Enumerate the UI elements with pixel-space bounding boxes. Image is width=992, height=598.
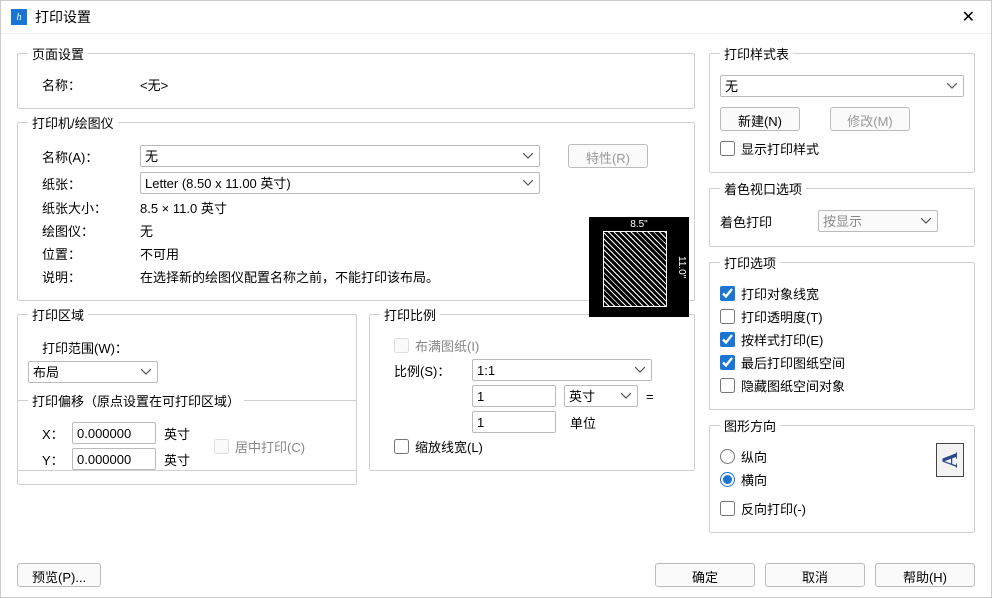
plot-range-label: 打印范围(W)： xyxy=(42,338,128,357)
paper-preview: 8.5" 11.0" xyxy=(589,217,689,317)
opt-transparency-checkbox[interactable] xyxy=(720,309,735,324)
printer-name-select[interactable]: 无 xyxy=(140,145,540,167)
style-table-select[interactable]: 无 xyxy=(720,75,964,97)
titlebar: h 打印设置 ✕ xyxy=(1,1,991,34)
plotter-label: 绘图仪： xyxy=(42,221,132,240)
center-plot-checkbox[interactable] xyxy=(214,439,229,454)
location-value: 不可用 xyxy=(140,244,179,263)
fit-to-paper-label: 布满图纸(I) xyxy=(415,336,479,355)
scale-label: 比例(S)： xyxy=(394,361,464,380)
scale-lineweights-checkbox[interactable] xyxy=(394,439,409,454)
shade-group: 着色视口选项 着色打印 按显示 xyxy=(709,179,975,247)
printer-legend: 打印机/绘图仪 xyxy=(28,113,118,132)
equals-label: = xyxy=(646,389,654,404)
page-setup-group: 页面设置 名称： <无> xyxy=(17,44,695,109)
orientation-icon: A xyxy=(936,443,964,477)
opt-paperspace-last-label: 最后打印图纸空间 xyxy=(741,353,845,372)
preview-width-label: 8.5" xyxy=(589,219,689,230)
upside-down-label: 反向打印(-) xyxy=(741,499,806,518)
properties-button[interactable]: 特性(R) xyxy=(568,144,648,168)
shade-plot-select[interactable]: 按显示 xyxy=(818,210,938,232)
display-styles-checkbox[interactable] xyxy=(720,141,735,156)
denominator-unit-label: 单位 xyxy=(564,413,638,432)
window-title: 打印设置 xyxy=(35,7,956,27)
upside-down-checkbox[interactable] xyxy=(720,501,735,516)
scale-unit-select[interactable]: 英寸 xyxy=(564,385,638,407)
offset-y-input[interactable] xyxy=(72,448,156,470)
paper-select[interactable]: Letter (8.50 x 11.00 英寸) xyxy=(140,172,540,194)
preview-button[interactable]: 预览(P)... xyxy=(17,563,101,587)
orientation-group: 图形方向 纵向 横向 A 反向打印(-) xyxy=(709,416,975,533)
modify-style-button[interactable]: 修改(M) xyxy=(830,107,910,131)
opt-hide-paperspace-label: 隐藏图纸空间对象 xyxy=(741,376,845,395)
printer-name-label: 名称(A)： xyxy=(42,147,132,166)
page-name-value: <无> xyxy=(140,75,168,94)
plot-scale-legend: 打印比例 xyxy=(380,305,440,324)
display-styles-label: 显示打印样式 xyxy=(741,139,819,158)
plotter-value: 无 xyxy=(140,221,153,240)
paper-label: 纸张： xyxy=(42,174,132,193)
description-label: 说明： xyxy=(42,267,132,286)
print-settings-dialog: h 打印设置 ✕ 页面设置 名称： <无> 打印机/绘图仪 名称(A)： 无 特… xyxy=(0,0,992,598)
cancel-button[interactable]: 取消 xyxy=(765,563,865,587)
scale-select[interactable]: 1:1 xyxy=(472,359,652,381)
opt-paperspace-last-checkbox[interactable] xyxy=(720,355,735,370)
plot-options-group: 打印选项 打印对象线宽 打印透明度(T) 按样式打印(E) 最后打印图纸空间 隐… xyxy=(709,253,975,410)
preview-page-icon xyxy=(603,231,667,307)
fit-to-paper-checkbox[interactable] xyxy=(394,338,409,353)
center-plot-label: 居中打印(C) xyxy=(235,437,305,456)
opt-hide-paperspace-checkbox[interactable] xyxy=(720,378,735,393)
paper-size-label: 纸张大小： xyxy=(42,198,132,217)
offset-y-unit: 英寸 xyxy=(164,450,190,469)
page-name-label: 名称： xyxy=(42,75,132,94)
landscape-radio[interactable] xyxy=(720,472,735,487)
shade-legend: 着色视口选项 xyxy=(720,179,806,198)
opt-lineweights-label: 打印对象线宽 xyxy=(741,284,819,303)
scale-denominator-input[interactable] xyxy=(472,411,556,433)
preview-height-label: 11.0" xyxy=(676,217,687,317)
plot-scale-group: 打印比例 布满图纸(I) 比例(S)： 1:1 英寸 = xyxy=(369,305,695,471)
offset-x-input[interactable] xyxy=(72,422,156,444)
scale-numerator-input[interactable] xyxy=(472,385,556,407)
orientation-legend: 图形方向 xyxy=(720,416,780,435)
shade-plot-label: 着色打印 xyxy=(720,212,810,231)
portrait-label: 纵向 xyxy=(741,447,767,466)
opt-transparency-label: 打印透明度(T) xyxy=(741,307,823,326)
portrait-radio[interactable] xyxy=(720,449,735,464)
new-style-button[interactable]: 新建(N) xyxy=(720,107,800,131)
opt-lineweights-checkbox[interactable] xyxy=(720,286,735,301)
opt-by-style-checkbox[interactable] xyxy=(720,332,735,347)
plot-offset-group: 打印偏移（原点设置在可打印区域） X： 英寸 Y： 英寸 xyxy=(17,391,357,485)
landscape-label: 横向 xyxy=(741,470,767,489)
plot-options-legend: 打印选项 xyxy=(720,253,780,272)
location-label: 位置： xyxy=(42,244,132,263)
plot-offset-legend: 打印偏移（原点设置在可打印区域） xyxy=(28,391,244,410)
scale-lineweights-label: 缩放线宽(L) xyxy=(415,437,483,456)
offset-x-label: X： xyxy=(42,424,64,443)
app-icon: h xyxy=(11,9,27,25)
style-table-group: 打印样式表 无 新建(N) 修改(M) 显示打印样式 xyxy=(709,44,975,173)
ok-button[interactable]: 确定 xyxy=(655,563,755,587)
plot-range-select[interactable]: 布局 xyxy=(28,361,158,383)
opt-by-style-label: 按样式打印(E) xyxy=(741,330,823,349)
close-icon[interactable]: ✕ xyxy=(956,7,981,27)
help-button[interactable]: 帮助(H) xyxy=(875,563,975,587)
plot-area-legend: 打印区域 xyxy=(28,305,88,324)
offset-x-unit: 英寸 xyxy=(164,424,190,443)
footer: 预览(P)... 确定 取消 帮助(H) xyxy=(17,563,975,587)
paper-size-value: 8.5 × 11.0 英寸 xyxy=(140,198,227,217)
page-setup-legend: 页面设置 xyxy=(28,44,88,63)
description-value: 在选择新的绘图仪配置名称之前，不能打印该布局。 xyxy=(140,267,439,286)
style-table-legend: 打印样式表 xyxy=(720,44,793,63)
offset-y-label: Y： xyxy=(42,450,64,469)
